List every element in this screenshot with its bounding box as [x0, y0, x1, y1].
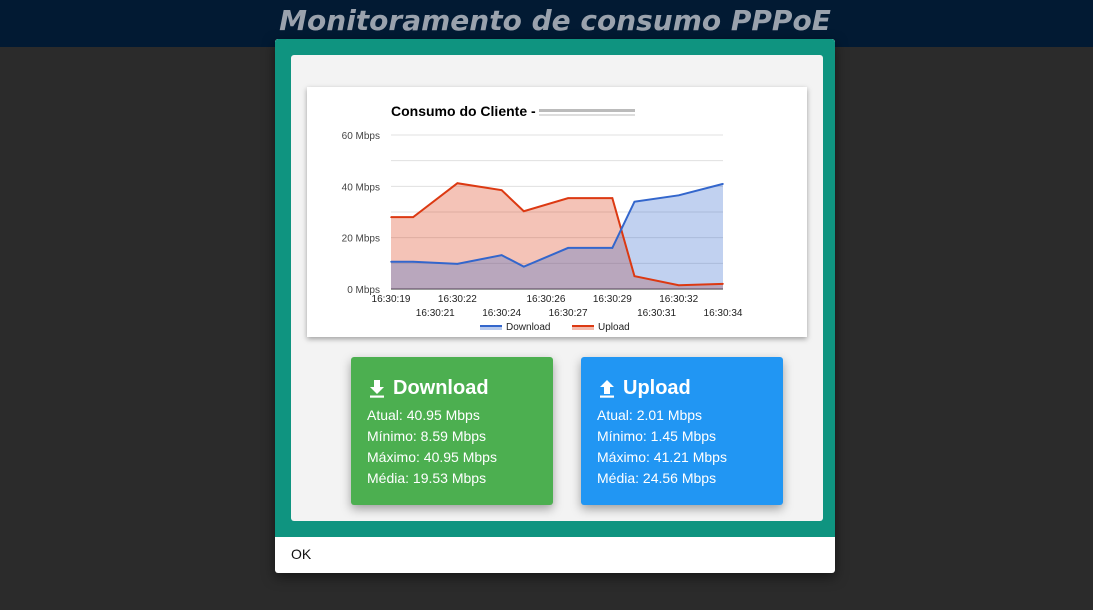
upload-point [523, 210, 525, 213]
upload-min: Mínimo: 1.45 Mbps [597, 428, 717, 444]
download-max: Máximo: 40.95 Mbps [367, 449, 497, 465]
download-point [412, 260, 414, 263]
download-point [567, 247, 569, 249]
download-point [722, 183, 724, 185]
upload-point [611, 197, 614, 199]
x-tick-label: 16:30:24 [482, 308, 521, 319]
x-tick-label: 16:30:32 [659, 294, 698, 305]
upload-max: Máximo: 41.21 Mbps [597, 449, 727, 465]
consumption-dialog: Consumo do Cliente - 0 Mbps 20 Mbps 40 Mbp… [275, 39, 835, 573]
x-tick-label: 16:30:22 [438, 294, 477, 305]
chart-title: Consumo do Cliente - [391, 103, 536, 119]
download-point [611, 247, 614, 249]
upload-card: Upload Atual: 2.01 Mbps Mínimo: 1.45 Mbp… [581, 357, 783, 505]
ok-button[interactable]: OK [291, 545, 311, 563]
x-tick-label: 16:30:26 [526, 294, 565, 305]
upload-point [456, 182, 459, 185]
upload-point [722, 283, 724, 285]
upload-point [412, 216, 414, 218]
redacted-client-name [539, 109, 635, 116]
upload-point [677, 284, 680, 287]
download-icon [370, 379, 384, 398]
x-tick-label: 16:30:27 [549, 308, 588, 319]
upload-card-header: Upload [599, 377, 691, 400]
download-min: Mínimo: 8.59 Mbps [367, 428, 487, 444]
download-point [677, 194, 680, 197]
download-point [633, 200, 636, 203]
upload-point [390, 216, 392, 218]
upload-current: Atual: 2.01 Mbps [597, 407, 703, 423]
upload-point [500, 189, 503, 191]
download-current: Atual: 40.95 Mbps [367, 407, 480, 423]
download-point [500, 254, 503, 256]
upload-icon [600, 379, 614, 398]
download-card: Download Atual: 40.95 Mbps Mínimo: 8.59 … [351, 357, 553, 505]
upload-point [633, 275, 636, 277]
chart-svg: Consumo do Cliente - 0 Mbps20 Mbps40 Mbp… [342, 103, 743, 333]
x-tick-label: 16:30:31 [637, 308, 676, 319]
y-tick-label: 60 Mbps [342, 131, 380, 142]
download-point [523, 265, 525, 268]
upload-avg: Média: 24.56 Mbps [597, 470, 717, 486]
legend-label: Download [506, 322, 550, 333]
upload-point [567, 197, 569, 199]
download-card-title: Download [393, 377, 489, 399]
x-tick-label: 16:30:29 [593, 294, 632, 305]
x-tick-label: 16:30:34 [704, 308, 743, 319]
dialog-content: Consumo do Cliente - 0 Mbps 20 Mbps 40 Mbp… [291, 55, 823, 521]
legend-label: Upload [598, 322, 630, 333]
y-tick-label: 40 Mbps [342, 182, 380, 193]
download-point [390, 260, 392, 263]
upload-card-title: Upload [623, 377, 691, 399]
consumption-chart: Consumo do Cliente - 0 Mbps 20 Mbps 40 Mbp… [307, 87, 807, 337]
x-tick-label: 16:30:21 [416, 308, 455, 319]
page-title: Monitoramento de consumo PPPoE [279, 4, 831, 37]
dialog-body: Consumo do Cliente - 0 Mbps 20 Mbps 40 Mbp… [275, 39, 835, 537]
y-tick-label: 20 Mbps [342, 234, 380, 245]
download-avg: Média: 19.53 Mbps [367, 470, 487, 486]
x-tick-label: 16:30:19 [372, 294, 411, 305]
download-point [456, 263, 459, 265]
download-card-header: Download [369, 377, 489, 400]
